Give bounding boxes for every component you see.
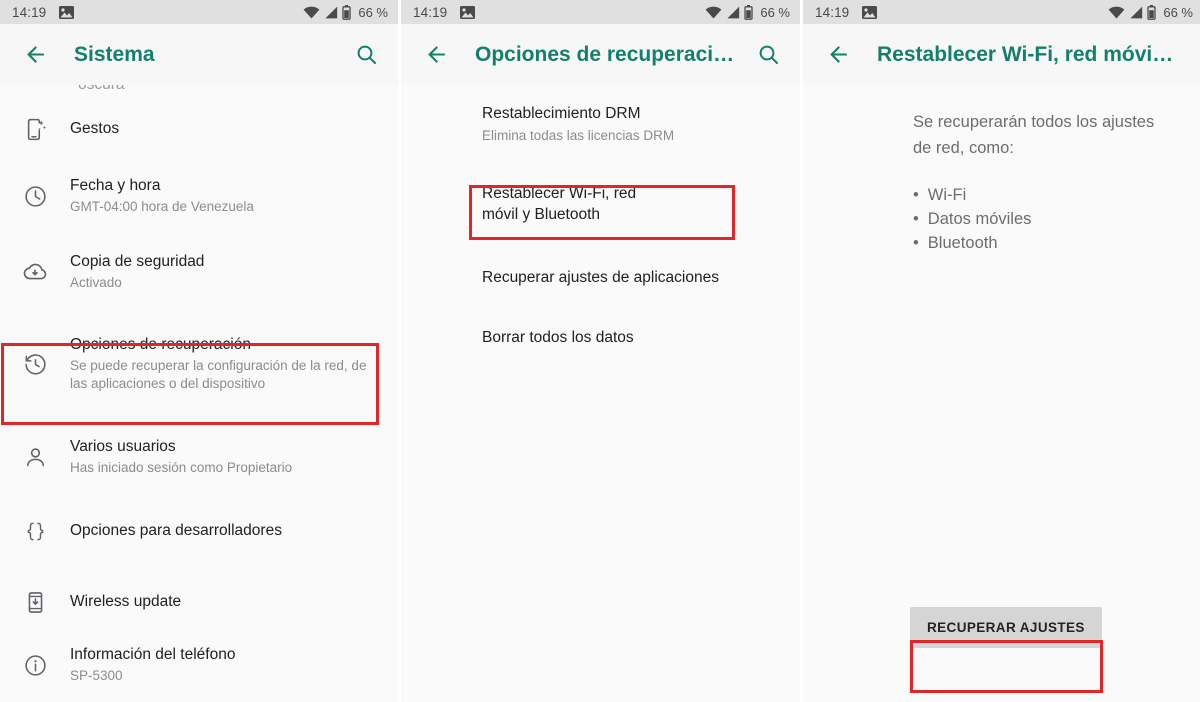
list-item-text: Información del teléfono SP-5300 (70, 645, 382, 685)
recuperar-ajustes-button[interactable]: RECUPERAR AJUSTES (910, 607, 1102, 648)
cellular-signal-icon (726, 6, 740, 19)
list-item-text: Wireless update (70, 592, 382, 612)
clock-icon (0, 184, 70, 209)
reset-network-body: Se recuperarán todos los ajustes de red,… (803, 85, 1200, 702)
list-item-title: Recuperar ajustes de aplicaciones (482, 269, 719, 286)
list-item-title: Fecha y hora (70, 177, 161, 194)
person-icon (0, 445, 70, 470)
list-item-title: Restablecimiento DRM (482, 105, 641, 122)
list-item-text: Opciones de recuperación Se puede recupe… (70, 335, 370, 393)
cloud-backup-icon (0, 259, 70, 285)
list-item-title: Gestos (70, 120, 120, 137)
status-bar: 14:19 66 % (401, 0, 800, 24)
list-item-title: Restablecer Wi-Fi, red móvil y Bluetooth (482, 185, 637, 223)
reset-options-list[interactable]: Restablecimiento DRM Elimina todas las l… (401, 85, 800, 702)
list-item-title: Borrar todos los datos (482, 329, 634, 346)
app-bar: Restablecer Wi-Fi, red móvi… (803, 24, 1200, 89)
search-icon[interactable] (350, 38, 384, 72)
list-item-text: Varios usuarios Has iniciado sesión como… (70, 437, 382, 477)
gesture-phone-icon (0, 117, 70, 142)
list-item-copia-de-seguridad[interactable]: Copia de seguridad Activado (0, 245, 398, 299)
wifi-icon (1108, 6, 1125, 19)
page-title: Sistema (74, 42, 155, 66)
list-item-restablecer-wifi-red-movil-bluetooth[interactable]: Restablecer Wi-Fi, red móvil y Bluetooth (401, 183, 671, 225)
list-item-opciones-de-recuperacion[interactable]: Opciones de recuperación Se puede recupe… (0, 327, 398, 401)
list-item-text: Copia de seguridad Activado (70, 252, 382, 292)
list-item-subtitle: GMT-04:00 hora de Venezuela (70, 199, 254, 214)
screenshot-triptych: 14:19 66 % Sistema Gestos Fecha y hora G… (0, 0, 1200, 702)
battery-icon (744, 4, 754, 20)
wifi-icon (303, 6, 320, 19)
list-item-borrar-todos-los-datos[interactable]: Borrar todos los datos (401, 327, 800, 348)
list-item-wireless-update[interactable]: Wireless update (0, 579, 398, 625)
list-item: Wi-Fi (913, 183, 1031, 207)
phone-download-icon (0, 590, 70, 615)
list-item-fecha-y-hora[interactable]: Fecha y hora GMT-04:00 hora de Venezuela (0, 169, 398, 223)
screen-reset-options: 14:19 66 % Opciones de recuperaci… Resta… (401, 0, 800, 702)
list-item-title: Varios usuarios (70, 438, 176, 455)
app-bar: Opciones de recuperaci… (401, 24, 800, 89)
list-item: Datos móviles (913, 207, 1032, 231)
status-bar-clock: 14:19 (12, 4, 47, 20)
list-item-subtitle: Has iniciado sesión como Propietario (70, 460, 293, 475)
arrow-left-icon[interactable] (18, 38, 52, 72)
image-notification-icon (862, 5, 878, 19)
list-item-subtitle: Elimina todas las licencias DRM (482, 128, 675, 143)
list-item-text: Fecha y hora GMT-04:00 hora de Venezuela (70, 176, 382, 216)
list-item-text: Gestos (70, 119, 382, 139)
battery-percent-label: 66 % (1163, 4, 1193, 20)
restore-history-icon (0, 352, 70, 377)
list-item-title: Información del teléfono (70, 646, 236, 663)
app-bar: Sistema (0, 24, 398, 89)
status-bar-clock: 14:19 (413, 4, 448, 20)
list-item-text: Opciones para desarrolladores (70, 521, 382, 541)
screen-reset-network: 14:19 66 % Restablecer Wi-Fi, red móvi… … (803, 0, 1200, 702)
battery-percent-label: 66 % (760, 4, 790, 20)
page-title: Opciones de recuperaci… (475, 42, 735, 66)
info-circle-icon (0, 653, 70, 678)
status-bar-right-cluster: 66 % (1108, 4, 1193, 20)
screen-system-settings: 14:19 66 % Sistema Gestos Fecha y hora G… (0, 0, 398, 702)
wifi-icon (705, 6, 722, 19)
list-item: Bluetooth (913, 231, 1031, 255)
list-item-varios-usuarios[interactable]: Varios usuarios Has iniciado sesión como… (0, 430, 398, 484)
arrow-left-icon[interactable] (821, 38, 855, 72)
list-item-title: Copia de seguridad (70, 253, 205, 270)
list-item-title: Opciones para desarrolladores (70, 522, 282, 539)
list-item-subtitle: Se puede recuperar la configuración de l… (70, 358, 367, 391)
list-item-subtitle: SP-5300 (70, 668, 123, 683)
scrolled-partial-item: oscura (78, 85, 125, 94)
status-bar-clock: 14:19 (815, 4, 850, 20)
image-notification-icon (460, 5, 476, 19)
list-item-informacion-del-telefono[interactable]: Información del teléfono SP-5300 (0, 638, 398, 692)
battery-percent-label: 66 % (358, 4, 388, 20)
affected-settings-list: Wi-Fi Datos móviles Bluetooth (913, 183, 1032, 255)
status-bar: 14:19 66 % (803, 0, 1200, 24)
list-item-subtitle: Activado (70, 275, 122, 290)
arrow-left-icon[interactable] (419, 38, 453, 72)
reset-description: Se recuperarán todos los ajustes de red,… (913, 113, 1155, 157)
braces-icon (0, 519, 70, 544)
battery-icon (1147, 4, 1157, 20)
list-item-gestos[interactable]: Gestos (0, 103, 398, 155)
list-item-opciones-para-desarrolladores[interactable]: Opciones para desarrolladores (0, 508, 398, 554)
image-notification-icon (59, 5, 75, 19)
search-icon[interactable] (752, 38, 786, 72)
list-item-title: Opciones de recuperación (70, 336, 251, 353)
battery-icon (342, 4, 352, 20)
list-item-restablecimiento-drm[interactable]: Restablecimiento DRM Elimina todas las l… (401, 103, 800, 145)
status-bar-right-cluster: 66 % (705, 4, 790, 20)
list-item-title: Wireless update (70, 593, 182, 610)
list-item-recuperar-ajustes-de-aplicaciones[interactable]: Recuperar ajustes de aplicaciones (401, 267, 800, 288)
status-bar: 14:19 66 % (0, 0, 398, 24)
page-title: Restablecer Wi-Fi, red móvi… (877, 42, 1174, 66)
settings-list[interactable]: oscura Gestos Fecha y hora GMT-04:00 hor… (0, 85, 398, 702)
cellular-signal-icon (324, 6, 338, 19)
cellular-signal-icon (1129, 6, 1143, 19)
status-bar-right-cluster: 66 % (303, 4, 388, 20)
